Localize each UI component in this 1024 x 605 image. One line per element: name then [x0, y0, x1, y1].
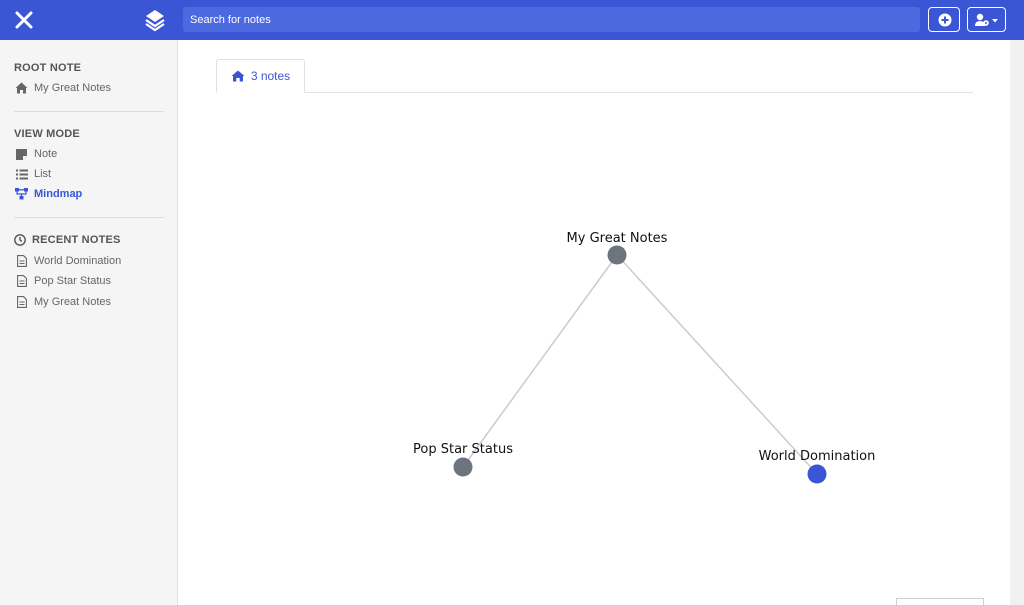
mindmap-edge [616, 254, 818, 475]
mindmap-node-label-pop-star: Pop Star Status [413, 442, 513, 457]
mindmap-canvas[interactable]: My Great Notes Pop Star Status World Dom… [0, 0, 1024, 605]
mindmap-node-label-root: My Great Notes [567, 231, 668, 246]
show-hidden-toggle[interactable] [896, 598, 984, 605]
mindmap-node-root[interactable] [607, 245, 627, 265]
mindmap-node-world-domination[interactable] [807, 464, 827, 484]
mindmap-edge [462, 254, 618, 468]
mindmap-node-pop-star[interactable] [453, 457, 473, 477]
mindmap-node-label-world-domination: World Domination [759, 449, 876, 464]
